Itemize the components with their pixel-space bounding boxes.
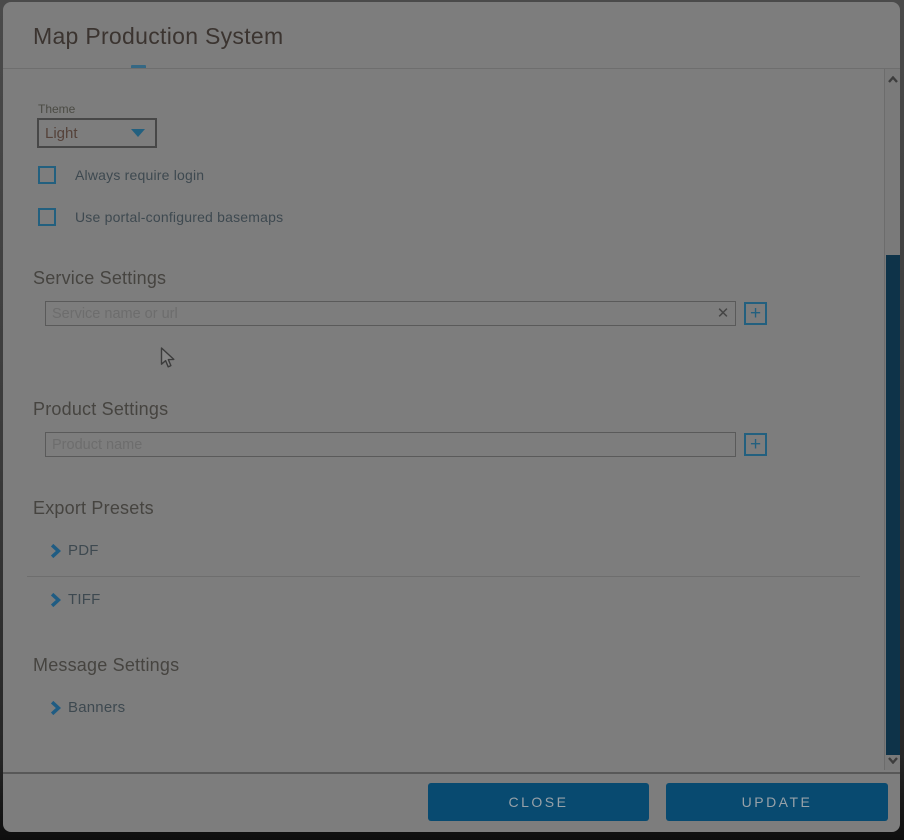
chevron-down-icon: [131, 129, 145, 137]
preset-divider: [27, 576, 860, 577]
service-settings-heading: Service Settings: [33, 268, 166, 289]
mouse-cursor-icon: [160, 347, 176, 369]
theme-label: Theme: [38, 102, 75, 116]
portal-basemaps-checkbox[interactable]: [38, 208, 56, 226]
scroll-up-button[interactable]: [885, 71, 900, 87]
chevron-up-icon: [888, 76, 898, 83]
add-product-button[interactable]: +: [744, 433, 767, 456]
always-require-login-checkbox[interactable]: [38, 166, 56, 184]
service-name-input[interactable]: [45, 301, 736, 326]
checkbox-row-always-require-login: Always require login: [38, 166, 204, 184]
chevron-right-icon: [50, 593, 61, 607]
update-button[interactable]: UPDATE: [666, 783, 888, 821]
chevron-right-icon: [50, 544, 61, 558]
tiff-preset-expander[interactable]: TIFF: [50, 591, 100, 608]
vertical-scrollbar[interactable]: [884, 69, 900, 770]
checkbox-row-portal-basemaps: Use portal-configured basemaps: [38, 208, 283, 226]
message-settings-heading: Message Settings: [33, 655, 179, 676]
settings-dialog: Map Production System Theme Light Always…: [3, 2, 900, 832]
page-title: Map Production System: [33, 23, 283, 50]
product-name-input[interactable]: [45, 432, 736, 457]
product-settings-heading: Product Settings: [33, 399, 168, 420]
chevron-down-icon: [888, 757, 898, 764]
banners-expander[interactable]: Banners: [50, 699, 125, 716]
export-presets-heading: Export Presets: [33, 498, 154, 519]
always-require-login-label[interactable]: Always require login: [75, 167, 204, 183]
close-button[interactable]: CLOSE: [428, 783, 649, 821]
footer-divider: [3, 772, 900, 774]
add-service-button[interactable]: +: [744, 302, 767, 325]
banners-label: Banners: [68, 699, 125, 716]
clear-icon[interactable]: ✕: [713, 304, 733, 324]
theme-select[interactable]: Light: [37, 118, 157, 148]
pdf-preset-expander[interactable]: PDF: [50, 542, 99, 559]
portal-basemaps-label[interactable]: Use portal-configured basemaps: [75, 209, 283, 225]
scroll-down-button[interactable]: [885, 752, 900, 768]
theme-selected-value: Light: [45, 125, 131, 142]
scrollbar-thumb[interactable]: [886, 255, 900, 755]
chevron-right-icon: [50, 701, 61, 715]
tiff-preset-label: TIFF: [68, 591, 100, 608]
header-divider: [3, 68, 900, 69]
pdf-preset-label: PDF: [68, 542, 99, 559]
